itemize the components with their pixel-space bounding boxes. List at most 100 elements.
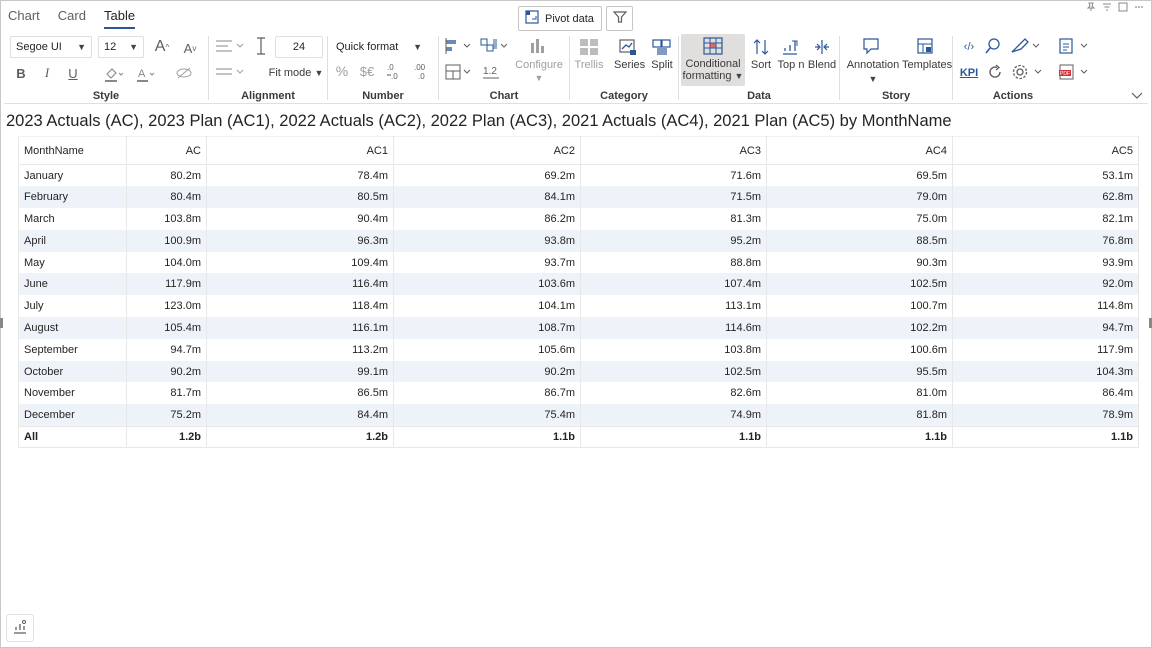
value-cell: 114.6m [580,317,767,339]
underline-icon[interactable]: U [64,64,82,82]
resize-handle-left[interactable] [0,318,3,328]
column-header-ac4[interactable]: AC4 [766,136,953,165]
fit-mode-dropdown[interactable]: Fit mode ▼ [265,67,327,79]
layout-type-icon[interactable] [445,62,475,82]
decrease-font-icon[interactable]: Av [180,38,200,58]
table-row[interactable]: January 80.2m 78.4m 69.2m 71.6m 69.5m 53.1m [18,164,1139,187]
focus-mode-icon[interactable] [1118,2,1128,12]
tab-chart[interactable]: Chart [8,6,40,29]
clear-format-icon[interactable] [174,64,194,82]
column-header-ac1[interactable]: AC1 [206,136,394,165]
table-row[interactable]: May 104.0m 109.4m 93.7m 88.8m 90.3m 93.9m [18,251,1139,274]
kpi-icon[interactable]: KPI [957,64,981,82]
trellis-button[interactable]: Trellis [572,59,606,71]
configure-button[interactable]: Configure ▼ [513,59,565,83]
table-row[interactable]: December 75.2m 84.4m 75.4m 74.9m 81.8m 78.9m [18,404,1139,427]
percent-icon[interactable]: % [334,62,350,80]
table-row[interactable]: February 80.4m 80.5m 84.1m 71.5m 79.0m 62.8m [18,186,1139,209]
conditional-formatting-button[interactable]: Conditional formatting ▼ [681,58,745,82]
horizontal-align-icon[interactable] [215,38,247,54]
value-cell: 93.8m [393,229,581,252]
bar-chart-type-icon[interactable] [445,36,475,56]
value-cell: 76.8m [952,229,1139,252]
decrease-decimal-icon[interactable]: .0.0 [384,60,406,82]
top-n-icon[interactable] [779,36,801,58]
value-cell: 82.1m [952,208,1139,230]
split-icon[interactable] [650,36,674,58]
pin-icon[interactable] [1086,2,1096,12]
currency-icon[interactable]: $€ [356,62,378,80]
font-color-icon[interactable]: A [134,64,156,84]
series-icon[interactable] [616,36,640,58]
export-pdf-icon[interactable]: PDF [1057,62,1091,82]
increase-decimal-icon[interactable]: .00.0 [412,60,434,82]
column-header-ac5[interactable]: AC5 [952,136,1139,165]
trellis-icon[interactable] [576,36,602,58]
value-cell: 102.5m [580,360,767,383]
row-height-icon[interactable] [253,36,269,56]
row-height-input[interactable]: 24 [275,36,323,58]
insights-button[interactable] [6,614,34,642]
waterfall-type-icon[interactable] [479,36,511,56]
export-excel-icon[interactable] [1057,36,1091,56]
blend-icon[interactable] [811,36,833,58]
conditional-label-2: formatting ▼ [682,70,744,82]
filter-small-icon[interactable] [1102,2,1112,12]
ribbon-group-alignment: 24 Fit mode ▼ Alignment [209,32,327,104]
table-row[interactable]: August 105.4m 116.1m 108.7m 114.6m 102.2m 94.7… [18,317,1139,339]
bold-icon[interactable]: B [12,64,30,82]
table-row[interactable]: November 81.7m 86.5m 86.7m 82.6m 81.0m 86.4m [18,382,1139,405]
column-header-ac3[interactable]: AC3 [580,136,767,165]
top-n-button[interactable]: Top n [777,59,805,71]
table-row[interactable]: September 94.7m 113.2m 105.6m 103.8m 100.6m 11… [18,338,1139,361]
font-size-select[interactable]: 12 ▼ [98,36,144,58]
chevron-down-icon: ▼ [129,42,138,52]
filter-button[interactable] [606,6,633,31]
sort-icon[interactable] [751,36,771,58]
table-row[interactable]: June 117.9m 116.4m 103.6m 107.4m 102.5m 92.0m [18,273,1139,296]
vertical-align-icon[interactable] [215,64,247,80]
chart-settings-icon[interactable] [527,36,547,56]
paint-brush-icon[interactable] [1009,36,1043,56]
series-button[interactable]: Series [614,59,645,71]
sort-button[interactable]: Sort [749,59,773,71]
split-button[interactable]: Split [650,59,674,71]
quick-format-select[interactable]: Quick format ▼ [330,36,428,58]
column-header-ac[interactable]: AC [126,136,207,165]
table-total-row[interactable]: All 1.2b 1.2b 1.1b 1.1b 1.1b 1.1b [18,425,1139,449]
value-cell: 53.1m [952,164,1139,187]
fill-color-icon[interactable] [102,64,124,84]
templates-icon[interactable] [914,36,936,56]
search-icon[interactable] [983,36,1003,56]
row-label-cell: February [18,186,127,209]
conditional-formatting-icon[interactable] [701,36,725,56]
pivot-data-button[interactable]: Pivot data [518,6,602,31]
visual-header-icons [1086,2,1144,12]
templates-button[interactable]: Templates [902,59,952,71]
value-cell: 113.1m [580,295,767,318]
tab-card[interactable]: Card [58,6,86,29]
column-header-monthname[interactable]: MonthName [18,136,127,165]
annotation-button[interactable]: Annotation ▼ [844,59,902,84]
collapse-ribbon-icon[interactable] [1130,90,1144,102]
tab-table[interactable]: Table [103,6,136,29]
value-cell: 93.9m [952,251,1139,274]
column-header-ac2[interactable]: AC2 [393,136,581,165]
axis-number-icon[interactable]: 1.2 [479,62,503,82]
value-cell: 90.3m [766,251,953,274]
value-cell: 75.4m [393,404,581,427]
table-row[interactable]: April 100.9m 96.3m 93.8m 95.2m 88.5m 76.8m [18,229,1139,252]
code-icon[interactable]: ‹/› [959,38,979,56]
blend-button[interactable]: Blend [807,59,837,71]
refresh-icon[interactable] [985,62,1005,82]
table-row[interactable]: March 103.8m 90.4m 86.2m 81.3m 75.0m 82.1m [18,208,1139,230]
italic-icon[interactable]: I [38,64,56,82]
annotation-icon[interactable] [860,36,882,56]
value-cell: 80.5m [206,186,394,209]
table-row[interactable]: July 123.0m 118.4m 104.1m 113.1m 100.7m 114.8m [18,295,1139,318]
gear-icon[interactable] [1011,62,1045,82]
more-options-icon[interactable] [1134,2,1144,12]
table-row[interactable]: October 90.2m 99.1m 90.2m 102.5m 95.5m 104.3m [18,360,1139,383]
increase-font-icon[interactable]: A ^ [152,36,172,58]
font-family-select[interactable]: Segoe UI ▼ [10,36,92,58]
